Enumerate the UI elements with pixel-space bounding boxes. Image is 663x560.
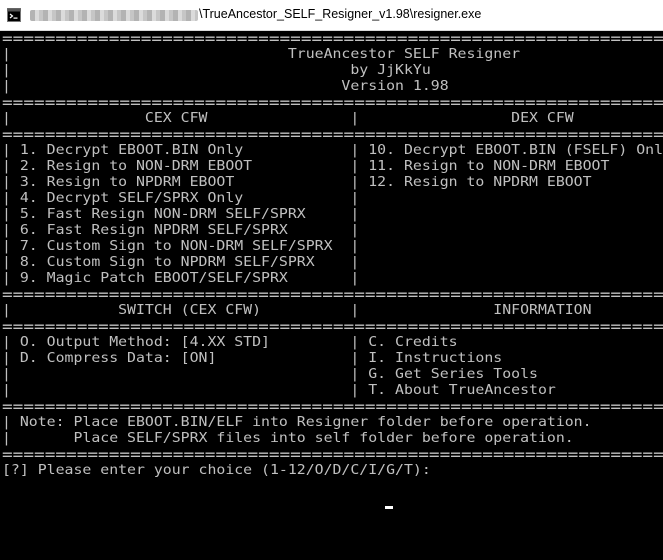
menu-row: | 8. Custom Sign to NPDRM SELF/SPRX | | [2, 255, 360, 270]
text-cursor [385, 506, 393, 509]
menu-row: | 3. Resign to NPDRM EBOOT | 12. Resign … [2, 175, 592, 190]
redacted-path-prefix [30, 10, 198, 21]
border-double: ========================================… [2, 285, 663, 304]
menu-row: | 4. Decrypt SELF/SPRX Only | | [2, 191, 360, 206]
menu-row: | 7. Custom Sign to NON-DRM SELF/SPRX | … [2, 239, 360, 254]
border-double: ========================================… [2, 397, 663, 416]
banner-title-line: | TrueAncestor SELF Resigner | [2, 47, 521, 62]
option-row: | | G. Get Series Tools | [2, 367, 538, 382]
console-window-icon [7, 8, 21, 22]
option-row: | O. Output Method: [4.XX STD] | C. Cred… [2, 335, 458, 350]
window-title: \TrueAncestor_SELF_Resigner_v1.98\resign… [199, 7, 482, 21]
note-line: | Note: Place EBOOT.BIN/ELF into Resigne… [2, 415, 592, 430]
option-row: | D. Compress Data: [ON] | I. Instructio… [2, 351, 503, 366]
title-bar[interactable]: \TrueAncestor_SELF_Resigner_v1.98\resign… [0, 0, 663, 31]
menu-row: | 2. Resign to NON-DRM EBOOT | 11. Resig… [2, 159, 610, 174]
menu-row: | 6. Fast Resign NPDRM SELF/SPRX | | [2, 223, 360, 238]
banner-author-line: | by JjKkYu | [2, 63, 431, 78]
border-double-top: ========================================… [2, 31, 663, 48]
console-output[interactable]: ========================================… [0, 31, 663, 560]
choice-prompt[interactable]: [?] Please enter your choice (1-12/O/D/C… [2, 463, 431, 479]
menu-row: | 1. Decrypt EBOOT.BIN Only | 10. Decryp… [2, 143, 663, 158]
menu-row: | 5. Fast Resign NON-DRM SELF/SPRX | | [2, 207, 360, 222]
border-double: ========================================… [2, 93, 663, 112]
border-double-bottom: ========================================… [2, 445, 663, 464]
border-double: ========================================… [2, 317, 663, 336]
border-double: ========================================… [2, 125, 663, 144]
